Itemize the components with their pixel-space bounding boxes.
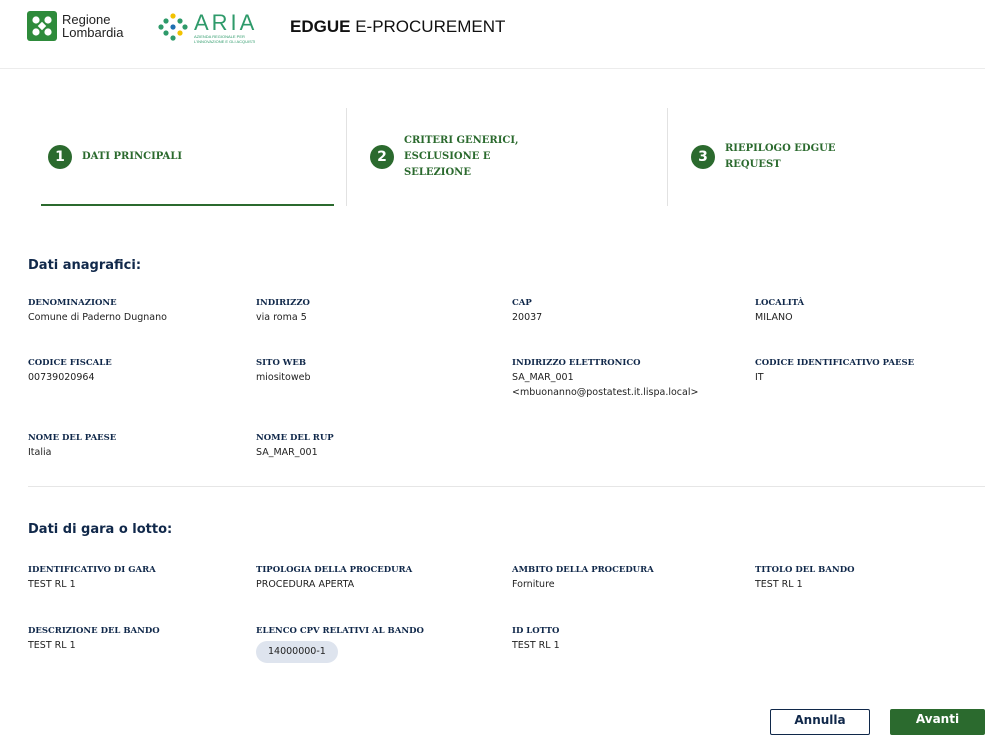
section-title-anagrafici: Dati anagrafici: [28,258,142,273]
step-riepilogo[interactable]: 3 RIEPILOGO EDGUE REQUEST [691,108,835,206]
field-value: TEST RL 1 [28,640,76,651]
field-value: TEST RL 1 [28,579,76,590]
field-denominazione: DENOMINAZIONE Comune di Paderno Dugnano [28,297,167,325]
field-value: 00739020964 [28,372,95,383]
field-codice-paese: CODICE IDENTIFICATIVO PAESE IT [755,357,914,385]
cpv-chip: 14000000-1 [256,641,338,663]
field-ambito-procedura: AMBITO DELLA PROCEDURA Forniture [512,564,654,592]
field-label: ELENCO CPV RELATIVI AL BANDO [256,626,424,636]
field-descrizione-bando: DESCRIZIONE DEL BANDO TEST RL 1 [28,625,160,653]
field-label: INDIRIZZO ELETTRONICO [512,358,641,368]
field-value: via roma 5 [256,312,307,323]
step-3-number: 3 [691,145,715,169]
field-cap: CAP 20037 [512,297,542,325]
field-label: AMBITO DELLA PROCEDURA [512,565,654,575]
field-label: TIPOLOGIA DELLA PROCEDURA [256,565,413,575]
field-label: ID LOTTO [512,626,560,636]
step-3-label: RIEPILOGO EDGUE REQUEST [725,141,835,173]
aria-logo-word: ARIA [194,10,258,35]
next-button[interactable]: Avanti [890,709,985,735]
aria-logo-subtitle: AZIENDA REGIONALE PER L'INNOVAZIONE E GL… [194,34,256,44]
app-header: Regione Lombardia ARIA AZIENDA REGIONALE… [0,0,985,69]
regione-lombardia-mark-icon [27,11,57,41]
aria-logo[interactable]: ARIA AZIENDA REGIONALE PER L'INNOVAZIONE… [158,10,258,44]
field-label: INDIRIZZO [256,298,310,308]
field-identificativo-gara: IDENTIFICATIVO DI GARA TEST RL 1 [28,564,156,592]
field-nome-rup: NOME DEL RUP SA_MAR_001 [256,432,334,460]
app-title: EDGUE E-PROCUREMENT [290,17,505,37]
field-value: TEST RL 1 [755,579,803,590]
step-dati-principali[interactable]: 1 DATI PRINCIPALI [48,108,182,206]
field-id-lotto: ID LOTTO TEST RL 1 [512,625,560,653]
field-elenco-cpv: ELENCO CPV RELATIVI AL BANDO 14000000-1 [256,625,424,663]
field-indirizzo-elettronico: INDIRIZZO ELETTRONICO SA_MAR_001 <mbuona… [512,357,698,400]
app-title-bold: EDGUE [290,17,351,36]
field-label: DENOMINAZIONE [28,298,117,308]
field-tipologia-procedura: TIPOLOGIA DELLA PROCEDURA PROCEDURA APER… [256,564,412,592]
cancel-button[interactable]: Annulla [770,709,870,735]
aria-dots-icon [158,12,188,42]
step-2-label-line: CRITERI GENERICI, [404,135,519,146]
field-codice-fiscale: CODICE FISCALE 00739020964 [28,357,112,385]
field-sito-web: SITO WEB miositoweb [256,357,310,385]
step-3-label-line: RIEPILOGO EDGUE [725,143,836,154]
field-value: Italia [28,447,52,458]
step-divider [346,108,347,206]
field-value: SA_MAR_001 [256,447,318,458]
field-titolo-bando: TITOLO DEL BANDO TEST RL 1 [755,564,854,592]
field-label: NOME DEL RUP [256,433,334,443]
field-value: Forniture [512,579,555,590]
field-label: CODICE IDENTIFICATIVO PAESE [755,358,915,368]
field-value: IT [755,372,764,383]
field-value: MILANO [755,312,793,323]
step-divider [667,108,668,206]
step-2-label-line: ESCLUSIONE E [404,151,491,162]
regione-lombardia-logo[interactable]: Regione Lombardia [27,11,123,41]
section-title-gara: Dati di gara o lotto: [28,522,173,537]
regione-lombardia-text: Regione Lombardia [62,13,123,39]
field-label: LOCALITÀ [755,298,805,308]
field-value: SA_MAR_001 [512,372,574,383]
field-indirizzo: INDIRIZZO via roma 5 [256,297,310,325]
step-1-label: DATI PRINCIPALI [82,151,183,162]
active-step-indicator [41,204,334,206]
field-value: TEST RL 1 [512,640,560,651]
field-label: SITO WEB [256,358,307,368]
step-2-number: 2 [370,145,394,169]
step-2-label-line: SELEZIONE [404,167,471,178]
region-logo-line2: Lombardia [62,25,124,40]
step-3-label-line: REQUEST [725,159,781,170]
field-label: TITOLO DEL BANDO [755,565,855,575]
field-localita: LOCALITÀ MILANO [755,297,804,325]
wizard-steps: 1 DATI PRINCIPALI 2 CRITERI GENERICI, ES… [28,108,985,206]
step-criteri-generici[interactable]: 2 CRITERI GENERICI, ESCLUSIONE E SELEZIO… [370,108,519,206]
field-label: CAP [512,298,532,308]
field-label: DESCRIZIONE DEL BANDO [28,626,160,636]
field-nome-paese: NOME DEL PAESE Italia [28,432,116,460]
field-value: miositoweb [256,372,311,383]
field-label: NOME DEL PAESE [28,433,117,443]
step-2-label: CRITERI GENERICI, ESCLUSIONE E SELEZIONE [404,133,519,181]
section-divider [28,486,985,487]
step-1-number: 1 [48,145,72,169]
field-value: Comune di Paderno Dugnano [28,312,167,323]
field-value-email: <mbuonanno@postatest.it.lispa.local> [512,387,699,398]
field-value: 20037 [512,312,543,323]
app-title-rest: E-PROCUREMENT [350,17,506,36]
field-value: PROCEDURA APERTA [256,579,355,590]
field-label: CODICE FISCALE [28,358,112,368]
field-label: IDENTIFICATIVO DI GARA [28,565,156,575]
